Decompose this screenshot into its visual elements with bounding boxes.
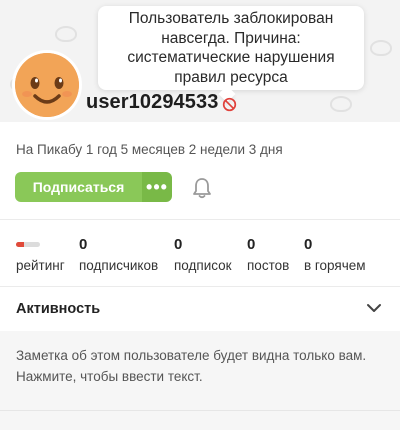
bell-icon[interactable] (192, 177, 212, 199)
smiley-avatar-icon (15, 53, 79, 117)
chevron-down-icon[interactable] (366, 302, 382, 314)
subscribe-button[interactable]: Подписаться (15, 172, 142, 202)
ban-reason-tooltip: Пользователь заблокирован навсегда. Прич… (98, 6, 364, 90)
stat-subscribers[interactable]: 0 подписчиков (79, 236, 158, 273)
stat-posts-label: постов (247, 258, 290, 273)
avatar[interactable] (15, 53, 79, 117)
activity-section-title[interactable]: Активность (16, 301, 100, 317)
member-since: На Пикабу 1 год 5 месяцев 2 недели 3 дня (16, 142, 283, 157)
decor-shape (55, 26, 77, 42)
divider (0, 286, 400, 287)
decor-shape (370, 40, 392, 56)
stat-subscriptions-value: 0 (174, 236, 183, 253)
ban-reason-text: Пользователь заблокирован навсегда. Прич… (127, 10, 335, 86)
ban-icon[interactable] (222, 97, 237, 112)
stat-hot[interactable]: 0 в горячем (304, 236, 366, 273)
stat-posts[interactable]: 0 постов (247, 236, 289, 273)
stat-subscriptions[interactable]: 0 подписок (174, 236, 232, 273)
stat-posts-value: 0 (247, 236, 256, 253)
stat-hot-label: в горячем (304, 258, 366, 273)
divider (0, 410, 400, 411)
stat-subscribers-label: подписчиков (79, 258, 159, 273)
stat-hot-value: 0 (304, 236, 313, 253)
username: user10294533 (86, 91, 219, 113)
divider (0, 219, 400, 220)
user-note-placeholder[interactable]: Заметка об этом пользователе будет видна… (16, 345, 386, 387)
stat-rating[interactable]: рейтинг (16, 236, 65, 273)
decor-shape (330, 96, 352, 112)
stat-rating-label: рейтинг (16, 258, 65, 273)
more-options-button[interactable]: ••• (142, 172, 172, 202)
stat-subscriptions-label: подписок (174, 258, 232, 273)
stat-subscribers-value: 0 (79, 236, 88, 253)
